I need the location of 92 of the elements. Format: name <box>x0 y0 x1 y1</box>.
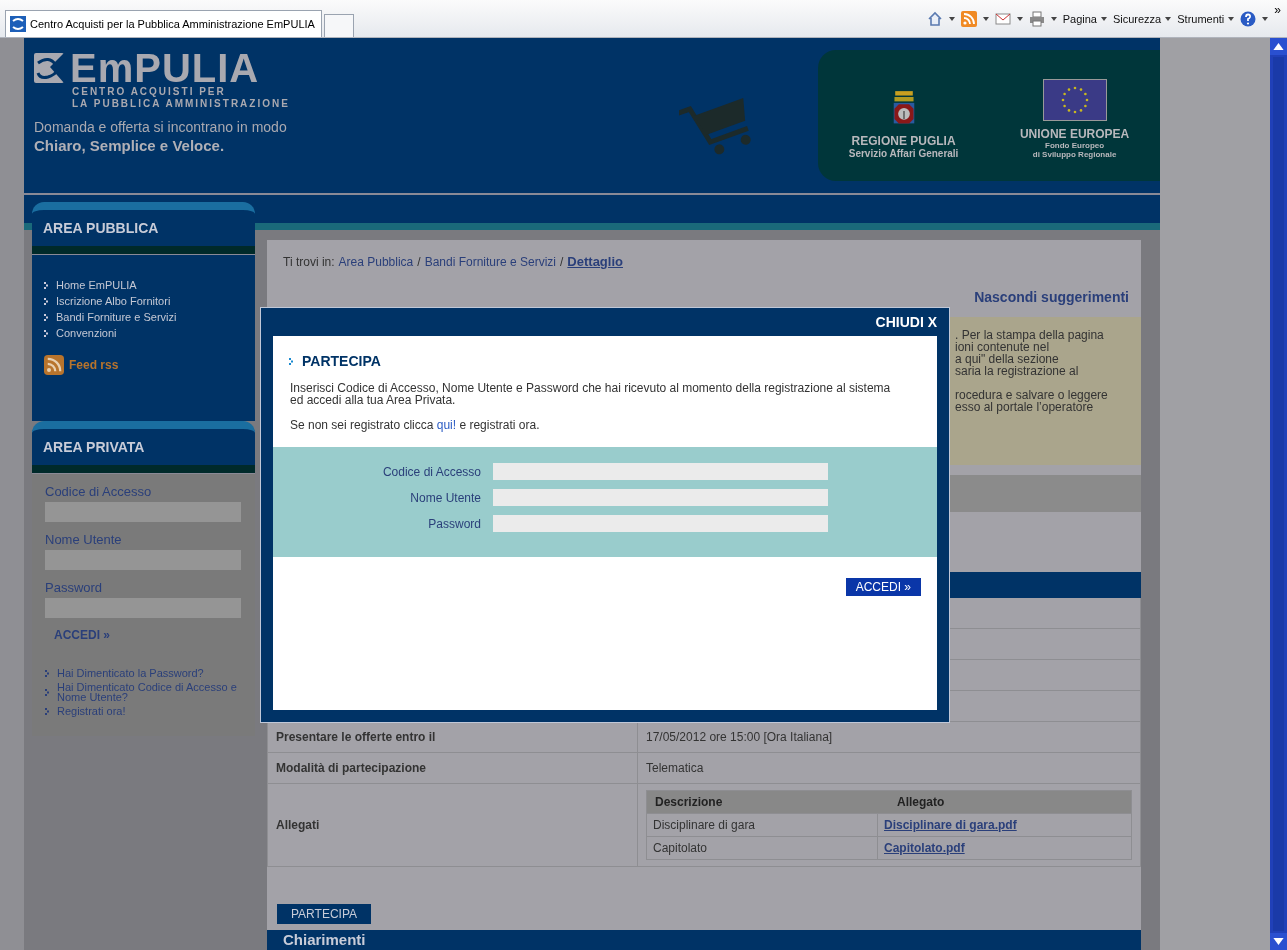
input-field[interactable] <box>45 502 241 522</box>
logo-icon <box>34 53 64 83</box>
rss-feed-icon[interactable] <box>960 10 977 27</box>
table-cell: Modalità di partecipazione <box>267 753 638 783</box>
table-cell: Disciplinare di gara <box>647 814 878 836</box>
caret-icon[interactable] <box>1050 16 1057 21</box>
logo-subtitle: LA PUBBLICA AMMINISTRAZIONE <box>72 98 291 110</box>
input-field[interactable] <box>45 598 241 618</box>
caret-icon[interactable] <box>982 16 989 21</box>
partner-subtitle: di Sviluppo Regionale <box>1032 150 1117 159</box>
rss-feed-icon[interactable] <box>44 355 64 375</box>
partner-subtitle: Servizio Affari Generali <box>848 148 959 159</box>
login-button[interactable]: ACCEDI » <box>845 578 921 596</box>
bullet-icon <box>44 281 49 289</box>
scroll-up-icon[interactable] <box>1270 38 1287 55</box>
participate-button[interactable]: PARTECIPA <box>277 904 372 924</box>
scroll-down-icon[interactable] <box>1270 933 1287 950</box>
caret-icon[interactable] <box>1262 16 1269 21</box>
partner-name: UNIONE EUROPEA <box>1019 127 1130 141</box>
section-title: AREA PRIVATA <box>43 439 145 455</box>
tip-text: a qui" della sezione <box>955 353 1059 365</box>
caret-icon <box>1100 16 1107 21</box>
mail-icon[interactable] <box>994 10 1011 27</box>
breadcrumb-label: Ti trovi in: <box>283 255 335 269</box>
caret-icon[interactable] <box>948 16 955 21</box>
breadcrumb-link[interactable]: Area Pubblica <box>338 255 414 269</box>
breadcrumb-separator: / <box>560 255 564 269</box>
caret-icon <box>1165 16 1172 21</box>
home-icon[interactable] <box>926 10 943 27</box>
close-button[interactable]: CHIUDI X <box>875 314 937 330</box>
tip-text: rocedura e salvare o leggere <box>955 389 1109 401</box>
column-header: Allegato <box>896 794 946 811</box>
dialog-title: PARTECIPA <box>302 353 381 369</box>
field-label: Codice di Accesso <box>381 464 481 479</box>
file-link[interactable]: Disciplinare di gara.pdf <box>884 818 1017 832</box>
field-label: Password <box>45 580 104 595</box>
tip-text: esso al portale l’operatore <box>955 401 1094 413</box>
sidebar-link[interactable]: Home EmPULIA <box>56 279 137 291</box>
sidebar-link[interactable]: Iscrizione Albo Fornitori <box>56 295 171 307</box>
tip-text: . Per la stampa della pagina <box>955 329 1105 341</box>
tip-text: saria la registrazione al <box>955 365 1080 377</box>
partner-name: REGIONE PUGLIA <box>851 134 956 148</box>
tip-text: ioni contenute nel <box>955 341 1051 353</box>
hide-tips-link[interactable]: Nascondi suggerimenti <box>974 289 1129 305</box>
partner-subtitle: Fondo Europeo <box>1045 141 1105 150</box>
sidebar-link[interactable]: Convenzioni <box>56 327 117 339</box>
register-link[interactable]: qui! <box>436 418 457 432</box>
bullet-icon <box>45 707 50 715</box>
caret-icon <box>1228 16 1235 21</box>
tagline: Domanda e offerta si incontrano in modo <box>34 119 288 135</box>
table-cell: Telematica <box>638 753 1141 783</box>
field-label: Codice di Accesso <box>45 484 153 499</box>
bullet-icon <box>44 329 49 337</box>
input-field[interactable] <box>45 550 241 570</box>
sidebar-link[interactable]: Bandi Forniture e Servizi <box>56 311 177 323</box>
section-title: Chiarimenti <box>283 931 366 948</box>
table-cell: Allegati <box>267 784 638 866</box>
table-cell: Capitolato <box>647 837 878 859</box>
breadcrumb-link[interactable]: Dettaglio <box>567 254 623 269</box>
toolbar-menu[interactable]: Pagina <box>1062 12 1107 25</box>
field-label: Password <box>427 516 481 531</box>
input-field[interactable] <box>493 489 828 506</box>
new-tab-button[interactable] <box>323 14 354 37</box>
breadcrumb-link[interactable]: Bandi Forniture e Servizi <box>424 255 556 269</box>
scrollbar[interactable] <box>1270 38 1287 950</box>
input-field[interactable] <box>493 515 828 532</box>
logo-text: EmPULIA <box>70 50 260 86</box>
bullet-icon <box>44 313 49 321</box>
help-icon[interactable] <box>1240 10 1257 27</box>
breadcrumb-separator: / <box>417 255 421 269</box>
logo-subtitle: CENTRO ACQUISTI PER <box>72 86 227 98</box>
flag-icon <box>1042 79 1107 121</box>
toolbar-menu[interactable]: Sicurezza <box>1112 12 1172 25</box>
bullet-icon <box>45 688 50 696</box>
site-favicon-icon <box>10 16 26 32</box>
file-link[interactable]: Capitolato.pdf <box>884 841 965 855</box>
register-text: Se non sei registrato clicca qui! e registrati ora. <box>290 419 541 431</box>
instructions-text: Inserisci Codice di Accesso, Nome Utente e Password che hai ricevuto al momento della registrazione al sistema ed accedi alla tua Area Privata. <box>290 382 892 406</box>
field-label: Nome Utente <box>45 532 123 547</box>
input-field[interactable] <box>493 463 828 480</box>
field-label: Nome Utente <box>409 490 481 505</box>
bullet-icon <box>289 357 294 365</box>
caret-icon[interactable] <box>1016 16 1023 21</box>
bullet-icon <box>45 669 50 677</box>
toolbar-menu[interactable]: Strumenti <box>1177 12 1235 25</box>
print-icon[interactable] <box>1028 10 1045 27</box>
bullet-icon <box>44 297 49 305</box>
more-commands-button[interactable]: » <box>1274 2 1281 17</box>
browser-tab[interactable]: Centro Acquisti per la Pubblica Amministrazione EmPULIA <box>5 10 322 37</box>
column-header: Descrizione <box>654 794 724 811</box>
section-title: AREA PUBBLICA <box>43 220 159 236</box>
tagline-emphasis: Chiaro, Semplice e Veloce. <box>34 137 226 154</box>
